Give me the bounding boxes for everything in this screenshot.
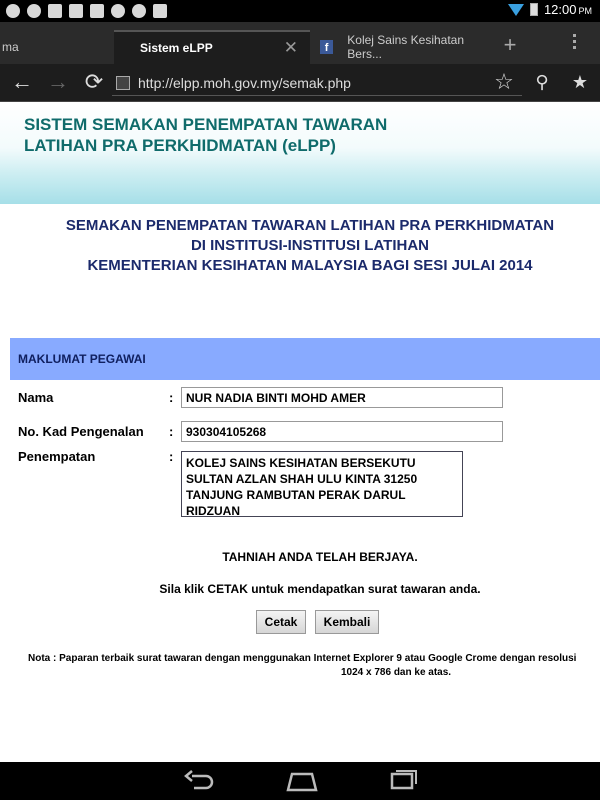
tab-label: Kolej Sains Kesihatan Bers... — [347, 33, 465, 61]
url-field[interactable]: http://elpp.moh.gov.my/semak.php — [116, 70, 476, 96]
status-bar: 12:00 PM — [0, 0, 600, 22]
reload-icon[interactable]: ⟳ — [80, 68, 108, 96]
back-icon[interactable] — [180, 770, 220, 792]
penempatan-label: Penempatan — [18, 449, 96, 464]
search-icon[interactable]: ⚲ — [528, 68, 556, 96]
instruction-text: Sila klik CETAK untuk mendapatkan surat … — [159, 582, 481, 596]
tab-kolej[interactable]: f Kolej Sains Kesihatan Bers... — [314, 30, 494, 64]
colon: : — [169, 390, 174, 405]
battery-icon — [529, 3, 538, 16]
colon: : — [169, 424, 174, 439]
forward-arrow-icon[interactable]: → — [44, 68, 72, 96]
notification-icon — [27, 4, 41, 18]
tab-active-elpp[interactable]: Sistem eLPP ✕ — [114, 30, 310, 64]
new-tab-icon[interactable]: + — [496, 30, 524, 62]
banner-title: SISTEM SEMAKAN PENEMPATAN TAWARAN LATIHA… — [24, 115, 388, 155]
system-nav-bar — [0, 762, 600, 800]
address-bar: ← → ⟳ http://elpp.moh.gov.my/semak.php ☆… — [0, 64, 600, 102]
cleaner-icon — [90, 4, 104, 18]
tab-label: ma — [2, 40, 19, 54]
browser-icon — [111, 4, 125, 18]
facebook-icon — [153, 4, 167, 18]
page-heading: SEMAKAN PENEMPATAN TAWARAN LATIHAN PRA P… — [65, 217, 555, 274]
bookmarks-icon[interactable]: ★ — [566, 68, 594, 96]
tab-label: Sistem eLPP — [140, 41, 213, 55]
note-text: Nota : Paparan terbaik surat tawaran den… — [28, 653, 577, 678]
colon: : — [169, 449, 174, 464]
status-right: 12:00 PM — [507, 2, 592, 17]
bookmark-star-icon[interactable]: ☆ — [490, 68, 518, 96]
cetak-button[interactable]: Cetak — [256, 610, 306, 634]
notification-icon — [6, 4, 20, 18]
back-arrow-icon[interactable]: ← — [8, 68, 36, 96]
tab-strip: ma Sistem eLPP ✕ f Kolej Sains Kesihatan… — [0, 22, 600, 64]
kembali-button[interactable]: Kembali — [315, 610, 379, 634]
tab-prev[interactable]: ma — [0, 30, 110, 64]
instagram-icon — [69, 4, 83, 18]
success-message: TAHNIAH ANDA TELAH BERJAYA. — [222, 550, 418, 564]
notification-icons — [6, 4, 167, 18]
section-title: MAKLUMAT PEGAWAI — [10, 338, 600, 380]
overflow-menu-icon[interactable] — [570, 34, 578, 49]
kp-label: No. Kad Pengenalan — [18, 424, 144, 439]
kp-field[interactable]: 930304105268 — [181, 421, 503, 442]
wifi-icon — [507, 3, 524, 16]
url-text: http://elpp.moh.gov.my/semak.php — [138, 75, 351, 91]
close-tab-icon[interactable]: ✕ — [284, 38, 298, 58]
nama-label: Nama — [18, 390, 54, 405]
facebook-icon: f — [320, 40, 334, 54]
penempatan-textarea[interactable]: KOLEJ SAINS KESIHATAN BERSEKUTU SULTAN A… — [181, 451, 463, 518]
url-underline — [112, 95, 522, 96]
home-icon[interactable] — [282, 770, 322, 792]
nama-field[interactable]: NUR NADIA BINTI MOHD AMER — [181, 387, 503, 408]
clock: 12:00 PM — [543, 2, 592, 17]
recent-apps-icon[interactable] — [382, 770, 422, 792]
image-icon — [48, 4, 62, 18]
site-icon — [116, 76, 130, 90]
chat-icon — [132, 4, 146, 18]
